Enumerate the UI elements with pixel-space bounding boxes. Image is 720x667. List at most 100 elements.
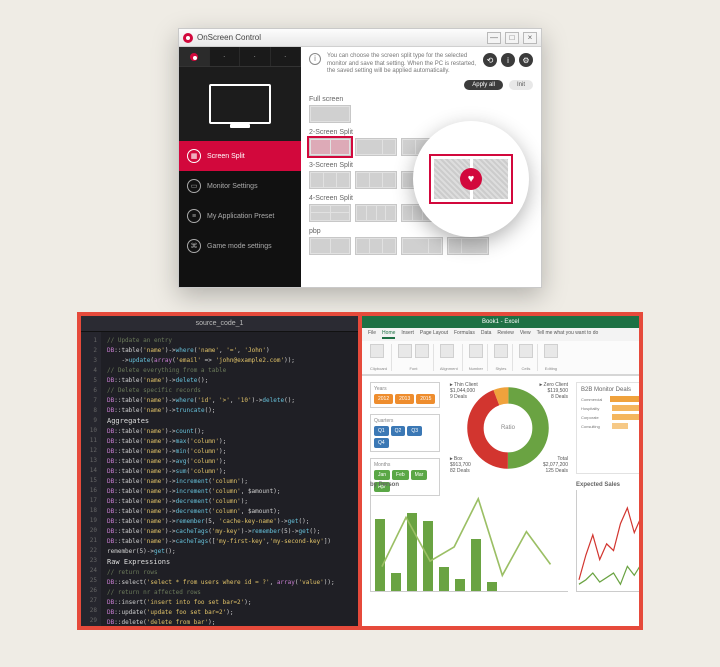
ribbon-tab[interactable]: File <box>368 330 376 339</box>
sidebar-item-label: Monitor Settings <box>207 183 258 190</box>
spreadsheet-pane: Book1 - Excel FileHomeInsertPage LayoutF… <box>362 316 639 626</box>
sidebar-item-monitor-settings[interactable]: ▭ Monitor Settings <box>179 171 301 201</box>
panel-title: B2B Monitor Deals <box>581 387 639 393</box>
ribbon-tab[interactable]: Data <box>481 330 492 339</box>
monitor-icon: ▭ <box>187 179 201 193</box>
monitor-tab-4[interactable]: · <box>271 47 302 66</box>
donut-sub: 125 Deals <box>545 468 568 474</box>
init-button[interactable]: Init <box>509 80 533 90</box>
description-text: You can choose the screen split type for… <box>327 53 477 76</box>
layout-3a[interactable] <box>309 171 351 189</box>
sidebar-item-label: Game mode settings <box>207 243 272 250</box>
bar-label: Hospitality <box>581 406 609 411</box>
b2b-bar-panel: B2B Monitor Deals Commercial Hospitality… <box>576 382 639 474</box>
monitor-tab-1[interactable] <box>179 47 210 66</box>
quarters-slicer: Quarters Q1 Q2 Q3 Q4 <box>370 414 440 452</box>
quarter-btn[interactable]: Q2 <box>391 426 406 436</box>
chart-title: Expected Sales <box>576 482 639 488</box>
font-icon[interactable] <box>398 344 412 358</box>
layout-3b[interactable] <box>355 171 397 189</box>
info-button-icon[interactable]: i <box>501 53 515 67</box>
line-chart: Expected Sales <box>576 482 639 592</box>
layout-2-left-wide[interactable] <box>355 138 397 156</box>
ribbon-tab[interactable]: View <box>520 330 531 339</box>
year-btn[interactable]: 2015 <box>416 394 435 404</box>
ribbon-tab[interactable]: Tell me what you want to do <box>537 330 599 339</box>
bar-label: Consulting <box>581 424 609 429</box>
editor-tab[interactable]: source_code_1 <box>81 316 358 332</box>
quarter-btn[interactable]: Q4 <box>374 438 389 448</box>
month-btn[interactable]: Mar <box>411 470 428 480</box>
minimize-button[interactable]: — <box>487 32 501 44</box>
years-slicer: Years 2012 2013 2015 <box>370 382 440 408</box>
monitor-icon <box>209 84 271 124</box>
heart-icon: ♥ <box>460 168 482 190</box>
settings-icon[interactable]: ⚙ <box>519 53 533 67</box>
paste-icon[interactable] <box>370 344 384 358</box>
cells-icon[interactable] <box>519 344 533 358</box>
ribbon-body: Clipboard Font Alignment Number Styles C… <box>362 341 639 375</box>
month-btn[interactable]: Jan <box>374 470 390 480</box>
overlay-line <box>371 490 568 589</box>
main-panel: i You can choose the screen split type f… <box>301 47 541 287</box>
layout-4a[interactable] <box>309 204 351 222</box>
section-full-label: Full screen <box>309 96 533 103</box>
hbar <box>612 414 639 420</box>
ribbon-tab[interactable]: Insert <box>401 330 414 339</box>
close-button[interactable]: × <box>523 32 537 44</box>
apply-all-button[interactable]: Apply all <box>464 80 503 90</box>
quarter-btn[interactable]: Q3 <box>407 426 422 436</box>
split-screen-demo: source_code_1 12345678910111213141516171… <box>77 312 643 630</box>
code-area[interactable]: // Update an entryDB::table('name')->whe… <box>101 332 358 626</box>
sidebar-item-game-mode[interactable]: ⌘ Game mode settings <box>179 231 301 261</box>
maximize-button[interactable]: □ <box>505 32 519 44</box>
refresh-icon[interactable]: ⟲ <box>483 53 497 67</box>
window-titlebar: OnScreen Control — □ × <box>179 29 541 47</box>
align-icon[interactable] <box>440 344 454 358</box>
zoom-lens: ♥ <box>413 121 529 237</box>
ribbon-tab[interactable]: Page Layout <box>420 330 448 339</box>
bar-label: Commercial <box>581 397 607 402</box>
layout-pbp-4[interactable] <box>447 237 489 255</box>
monitor-preview <box>179 67 301 141</box>
window-title: OnScreen Control <box>197 33 261 42</box>
ribbon-tabs: File Home Insert Page Layout Formulas Data Rev… <box>362 328 639 341</box>
sidebar-item-label: My Application Preset <box>207 213 274 220</box>
ribbon-tab[interactable]: Formulas <box>454 330 475 339</box>
info-icon: i <box>309 53 321 65</box>
preset-icon: ≡ <box>187 209 201 223</box>
onscreen-control-window: OnScreen Control — □ × · · · ▦ Screen Sp… <box>178 28 542 288</box>
editing-icon[interactable] <box>544 344 558 358</box>
slicer-title: Quarters <box>374 418 436 424</box>
year-btn[interactable]: 2012 <box>374 394 393 404</box>
quarter-btn[interactable]: Q1 <box>374 426 389 436</box>
layout-pbp-2[interactable] <box>355 237 397 255</box>
styles-icon[interactable] <box>494 344 508 358</box>
donut-sub: 9 Deals <box>450 394 467 400</box>
layout-4b[interactable] <box>355 204 397 222</box>
month-btn[interactable]: Feb <box>392 470 409 480</box>
bold-icon[interactable] <box>415 344 429 358</box>
line-gutter: 1234567891011121314151617181920212223242… <box>81 332 101 626</box>
ribbon-tab[interactable]: Home <box>382 330 395 339</box>
column-chart: by Person <box>370 482 568 592</box>
app-logo-icon <box>183 33 193 43</box>
layout-full[interactable] <box>309 105 351 123</box>
slicers-column: Years 2012 2013 2015 Quarters Q1 Q2 Q3 Q… <box>370 382 440 474</box>
hbar <box>610 396 639 402</box>
sidebar-item-screen-split[interactable]: ▦ Screen Split <box>179 141 301 171</box>
ribbon-tab[interactable]: Review <box>497 330 513 339</box>
donut-chart: Ratio ▸ Thin Client$1,044,0009 Deals ▸ Z… <box>448 382 568 474</box>
year-btn[interactable]: 2013 <box>395 394 414 404</box>
number-icon[interactable] <box>469 344 483 358</box>
sidebar-item-app-preset[interactable]: ≡ My Application Preset <box>179 201 301 231</box>
layout-2-even[interactable] <box>309 138 351 156</box>
hbar <box>612 423 628 429</box>
layout-pbp-1[interactable] <box>309 237 351 255</box>
monitor-tab-2[interactable]: · <box>210 47 241 66</box>
layout-pbp-3[interactable] <box>401 237 443 255</box>
sidebar: · · · ▦ Screen Split ▭ Monitor Settings … <box>179 47 301 287</box>
monitor-tab-3[interactable]: · <box>240 47 271 66</box>
ribbon: File Home Insert Page Layout Formulas Data Rev… <box>362 328 639 376</box>
donut-sub: 82 Deals <box>450 468 470 474</box>
